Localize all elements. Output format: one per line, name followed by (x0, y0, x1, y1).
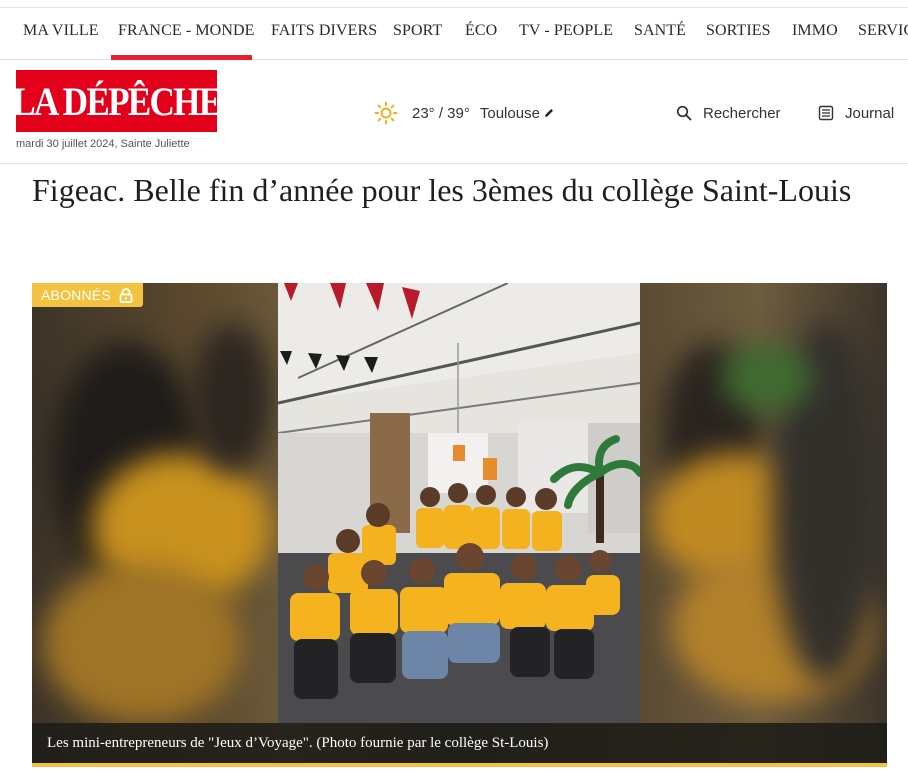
nav-item-tv-people[interactable]: TV - PEOPLE (519, 22, 613, 40)
nav-item-france-monde[interactable]: FRANCE - MONDE (118, 22, 255, 40)
nav-item-sport[interactable]: SPORT (393, 22, 442, 40)
weather-city[interactable]: Toulouse (480, 105, 540, 122)
nav-item-sante[interactable]: SANTÉ (634, 22, 686, 40)
search-icon (676, 105, 692, 121)
site-header: LA DÉPÊCHE mardi 30 juillet 2024, Sainte… (0, 60, 908, 164)
search-button[interactable]: Rechercher (676, 100, 781, 126)
logo-wordmark: LA DÉPÊCHE (12, 78, 222, 124)
weather-temperature: 23° / 39° (412, 104, 470, 122)
top-navigation: MA VILLE FRANCE - MONDE FAITS DIVERS SPO… (0, 0, 908, 60)
nav-item-sorties[interactable]: SORTIES (706, 22, 771, 40)
journal-label: Journal (845, 104, 895, 122)
weather-widget: 23° / 39° Toulouse (374, 100, 555, 126)
site-logo[interactable]: LA DÉPÊCHE (12, 70, 222, 132)
subscriber-badge: ABONNÉS (32, 283, 143, 307)
current-date: mardi 30 juillet 2024, Sainte Juliette (16, 138, 190, 150)
article-title: Figeac. Belle fin d’année pour les 3èmes… (32, 172, 852, 208)
lock-icon (119, 287, 133, 303)
nav-item-eco[interactable]: ÉCO (465, 22, 497, 40)
pencil-icon[interactable] (543, 107, 555, 119)
newspaper-icon (818, 105, 834, 121)
search-label: Rechercher (703, 104, 781, 122)
nav-item-services[interactable]: SERVICES (858, 22, 908, 40)
hero-photo-students (278, 283, 640, 723)
image-caption: Les mini-entrepreneurs de "Jeux d’Voyage… (32, 723, 887, 763)
nav-item-ma-ville[interactable]: MA VILLE (23, 22, 99, 40)
sun-icon (374, 101, 398, 125)
hero-bottom-rule (32, 763, 887, 767)
nav-item-immo[interactable]: IMMO (792, 22, 838, 40)
subscriber-badge-label: ABONNÉS (41, 287, 111, 303)
article-hero-image[interactable]: Les mini-entrepreneurs de "Jeux d’Voyage… (32, 283, 887, 765)
journal-button[interactable]: Journal (818, 100, 894, 126)
nav-top-divider (0, 7, 908, 8)
students-group-illustration (278, 283, 640, 723)
nav-item-faits-divers[interactable]: FAITS DIVERS (271, 22, 377, 40)
